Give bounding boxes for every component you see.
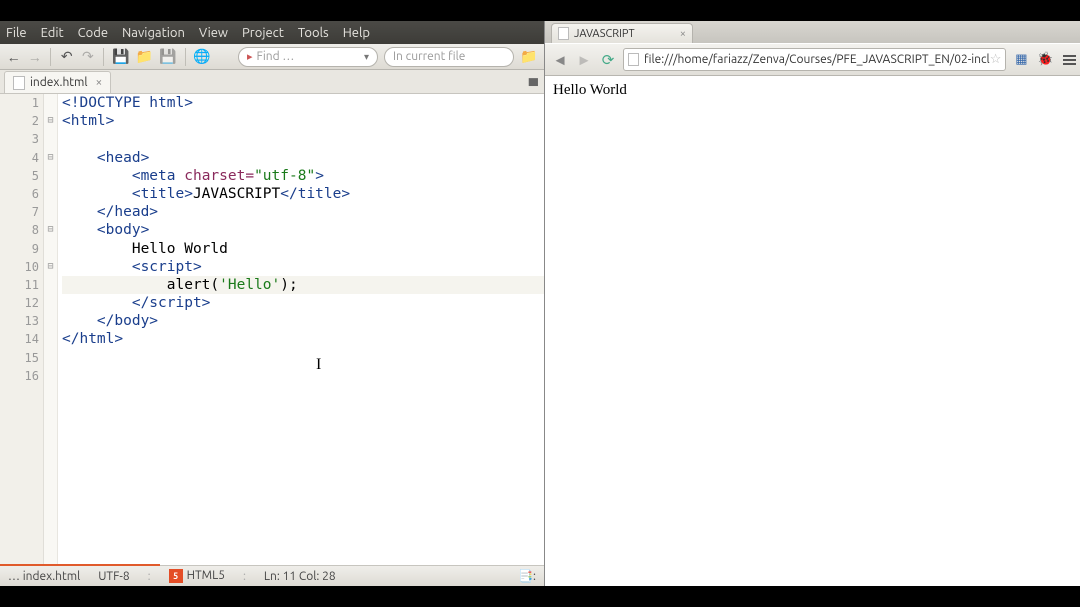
close-icon[interactable]: × — [96, 76, 103, 89]
menu-view[interactable]: View — [199, 26, 228, 40]
document-icon — [558, 27, 569, 40]
menu-navigation[interactable]: Navigation — [122, 26, 185, 40]
folder-icon[interactable]: 📁 — [520, 48, 538, 66]
code-line[interactable]: </head> — [62, 203, 544, 221]
url-bar[interactable]: file:///home/fariazz/Zenva/Courses/PFE_J… — [623, 48, 1006, 71]
undo-icon[interactable]: ↶ — [59, 48, 74, 66]
code-line[interactable]: <html> — [62, 112, 544, 130]
browser-tab[interactable]: JAVASCRIPT × — [551, 23, 693, 43]
extension-icon[interactable]: ▦ — [1012, 51, 1030, 69]
back-icon[interactable]: ← — [6, 48, 21, 66]
status-doctype[interactable]: 5HTML5 — [169, 569, 225, 583]
page-content: Hello World — [553, 82, 627, 98]
forward-icon[interactable]: → — [27, 48, 42, 66]
status-tools-icon[interactable]: 📑: — [518, 569, 536, 583]
code-line[interactable]: <script> — [62, 258, 544, 276]
code-line[interactable] — [62, 367, 544, 385]
status-cursor-position: Ln: 11 Col: 28 — [264, 570, 336, 583]
dropdown-icon[interactable]: ▾ — [364, 51, 369, 63]
menu-tools[interactable]: Tools — [298, 26, 329, 40]
ide-window: File Edit Code Navigation View Project Tools He… — [0, 21, 545, 586]
find-input[interactable]: ▸ Find … ▾ — [238, 47, 378, 67]
fold-column[interactable]: ⊟⊟⊟⊟ — [44, 94, 58, 565]
reload-icon[interactable]: ⟳ — [599, 51, 617, 69]
code-line[interactable]: </script> — [62, 294, 544, 312]
code-line[interactable]: <!DOCTYPE html> — [62, 94, 544, 112]
save-icon[interactable]: 💾 — [112, 48, 129, 66]
browser-preview-icon[interactable]: 🌐 — [193, 48, 210, 66]
statusbar: … index.html UTF-8 : 5HTML5 : Ln: 11 Col… — [0, 565, 544, 586]
menu-project[interactable]: Project — [242, 26, 284, 40]
browser-window: JAVASCRIPT × ◄ ► ⟳ file:///home/fariazz/… — [545, 21, 1080, 586]
status-encoding[interactable]: UTF-8 — [98, 570, 129, 583]
line-number-gutter: 12345678910111213141516 — [0, 94, 44, 565]
text-cursor-icon: I — [316, 356, 321, 374]
document-icon — [13, 76, 25, 90]
code-line[interactable]: </html> — [62, 330, 544, 348]
menu-code[interactable]: Code — [78, 26, 108, 40]
browser-forward-icon[interactable]: ► — [575, 51, 593, 69]
menu-file[interactable]: File — [6, 26, 27, 40]
code-editor[interactable]: 12345678910111213141516 ⊟⊟⊟⊟ I <!DOCTYPE… — [0, 94, 544, 565]
status-accent — [0, 564, 160, 566]
tab-index-html[interactable]: index.html × — [4, 71, 111, 93]
code-line[interactable]: <title>JAVASCRIPT</title> — [62, 185, 544, 203]
url-text: file:///home/fariazz/Zenva/Courses/PFE_J… — [644, 53, 990, 66]
code-line[interactable] — [62, 349, 544, 367]
code-line[interactable]: alert('Hello'); — [62, 276, 544, 294]
scope-placeholder: In current file — [393, 50, 465, 63]
panel-toggle-icon[interactable]: ▀ — [529, 78, 538, 93]
menubar: File Edit Code Navigation View Project Tools He… — [0, 21, 544, 44]
close-icon[interactable]: × — [680, 28, 686, 40]
firebug-icon[interactable]: 🐞 — [1036, 51, 1054, 69]
document-icon — [628, 53, 639, 66]
menu-help[interactable]: Help — [343, 26, 370, 40]
editor-tabbar: index.html × ▀ — [0, 70, 544, 94]
redo-icon[interactable]: ↷ — [80, 48, 95, 66]
code-line[interactable]: </body> — [62, 312, 544, 330]
code-area[interactable]: I <!DOCTYPE html><html> <head> <meta cha… — [58, 94, 544, 565]
browser-tab-title: JAVASCRIPT — [574, 28, 635, 40]
code-line[interactable]: <body> — [62, 221, 544, 239]
code-line[interactable]: <meta charset="utf-8"> — [62, 167, 544, 185]
tab-label: index.html — [30, 76, 88, 89]
open-icon[interactable]: 📁 — [136, 48, 153, 66]
browser-tabstrip: JAVASCRIPT × — [545, 21, 1080, 43]
code-line[interactable] — [62, 130, 544, 148]
find-placeholder: Find … — [257, 50, 295, 63]
find-scope-input[interactable]: In current file — [384, 47, 514, 67]
browser-toolbar: ◄ ► ⟳ file:///home/fariazz/Zenva/Courses… — [545, 43, 1080, 76]
browser-back-icon[interactable]: ◄ — [551, 51, 569, 69]
toolbar: ← → ↶ ↷ 💾 📁 💾 🌐 ▸ Find … ▾ In current fi… — [0, 44, 544, 70]
code-line[interactable]: Hello World — [62, 240, 544, 258]
menu-icon[interactable] — [1060, 51, 1078, 69]
menu-edit[interactable]: Edit — [41, 26, 64, 40]
find-direction-icon: ▸ — [247, 50, 253, 63]
browser-viewport: Hello World — [545, 76, 1080, 586]
status-filepath: … index.html — [8, 570, 80, 583]
bookmark-star-icon[interactable]: ☆ — [990, 52, 1002, 67]
save-all-icon[interactable]: 💾 — [159, 48, 176, 66]
code-line[interactable]: <head> — [62, 149, 544, 167]
